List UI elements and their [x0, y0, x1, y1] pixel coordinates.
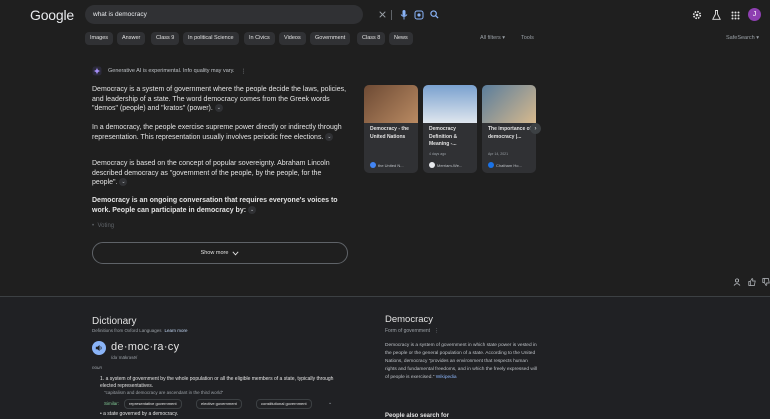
- chip-images[interactable]: Images: [85, 32, 114, 45]
- chip-videos[interactable]: Videos: [279, 32, 306, 45]
- chevron-down-icon[interactable]: ⌄: [328, 400, 332, 406]
- show-more-label: Show more: [200, 250, 229, 256]
- settings-gear-icon[interactable]: [691, 9, 703, 21]
- source-card-image: [423, 85, 477, 123]
- favicon-icon: [370, 162, 376, 168]
- chip-class-9[interactable]: Class 9: [151, 32, 180, 45]
- chip-answer[interactable]: Answer: [117, 32, 146, 45]
- chip-news[interactable]: News: [389, 32, 413, 45]
- lower-results: Dictionary Definitions from Oxford Langu…: [0, 297, 770, 419]
- gemini-sparkle-icon: [92, 66, 102, 76]
- apps-grid-icon[interactable]: [729, 9, 741, 21]
- ai-paragraph-1: Democracy is a system of government wher…: [92, 85, 348, 114]
- dictionary-example: "capitalism and democracy are ascendant …: [104, 390, 224, 395]
- source-card-date: Apr 14, 2021: [488, 152, 509, 156]
- source-card-site-name: Chatham Ho...: [496, 162, 522, 168]
- safesearch-label: SafeSearch: [726, 35, 755, 41]
- search-divider: [391, 10, 392, 20]
- favicon-icon: [429, 162, 435, 168]
- ai-paragraph-3-text: Democracy is based on the concept of pop…: [92, 160, 330, 186]
- dictionary-definition-2: • a state governed by a democracy.: [100, 411, 179, 417]
- ai-overview-header: Generative AI is experimental. Info qual…: [92, 65, 246, 77]
- google-logo[interactable]: Google: [30, 7, 74, 23]
- header: Google J Images Answer Class 9 In politi…: [0, 0, 770, 55]
- search-box[interactable]: [85, 5, 439, 24]
- tools-button[interactable]: Tools: [521, 35, 534, 41]
- dictionary-definition-1: 1. a system of government by the whole p…: [100, 376, 334, 389]
- knowledge-panel-subtitle: Form of government ⋮: [385, 328, 439, 334]
- source-card-title: Democracy - the United Nations: [370, 126, 409, 140]
- account-avatar[interactable]: J: [748, 8, 761, 21]
- more-options-icon[interactable]: ⋮: [434, 328, 439, 334]
- dictionary-word: de·moc·ra·cy: [111, 341, 180, 353]
- ai-paragraph-4-text: Democracy is an ongoing conversation tha…: [92, 197, 338, 214]
- learn-more-link[interactable]: Learn more: [165, 328, 188, 333]
- knowledge-panel-description: Democracy is a system of government in w…: [385, 342, 540, 382]
- source-card[interactable]: The importance of democracy |... Apr 14,…: [482, 85, 536, 173]
- source-card-title: Democracy Definition & Meaning -...: [429, 126, 458, 147]
- source-card-date: 4 days ago: [429, 152, 447, 156]
- speaker-icon[interactable]: [92, 341, 106, 355]
- source-card-image: [364, 85, 418, 123]
- clear-icon[interactable]: [377, 9, 388, 20]
- source-card[interactable]: Democracy Definition & Meaning -... 4 da…: [423, 85, 477, 173]
- thumbs-up-icon[interactable]: [747, 277, 756, 286]
- ai-paragraph-2: In a democracy, the people exercise supr…: [92, 123, 348, 142]
- share-icon[interactable]: [732, 277, 741, 286]
- chip-civics[interactable]: In Civics: [244, 32, 275, 45]
- cards-next-arrow-icon[interactable]: ›: [530, 123, 541, 134]
- favicon-icon: [488, 162, 494, 168]
- safesearch-button[interactable]: SafeSearch ▾: [726, 35, 759, 41]
- ai-paragraph-3: Democracy is based on the concept of pop…: [92, 159, 348, 188]
- thumbs-down-icon[interactable]: [761, 277, 770, 286]
- dictionary-part-of-speech: noun: [92, 365, 103, 370]
- expand-chevron-icon[interactable]: ⌄: [119, 178, 128, 187]
- similar-chip[interactable]: representative government: [124, 399, 182, 409]
- dictionary-phonetic: /dəˈmäkrəsē/: [111, 355, 138, 360]
- more-options-icon[interactable]: ⋮: [240, 68, 246, 75]
- expand-chevron-icon[interactable]: ⌄: [248, 205, 257, 214]
- search-icon[interactable]: [429, 9, 440, 20]
- source-card-site-name: Merriam-We...: [437, 162, 463, 168]
- lens-icon[interactable]: [413, 9, 424, 20]
- dictionary-definition-1-text: a system of government by the whole popu…: [100, 376, 334, 389]
- chevron-down-icon: [232, 250, 239, 255]
- source-card-image: [482, 85, 536, 123]
- source-card-site: Merriam-We...: [429, 162, 462, 168]
- similar-label: Similar:: [104, 401, 120, 406]
- knowledge-panel-body-text: Democracy is a system of government in w…: [385, 343, 537, 380]
- ai-faded-item-text: Voting: [97, 223, 115, 229]
- dictionary-source-text: Definitions from Oxford Languages: [92, 328, 162, 333]
- knowledge-panel-title: Democracy: [385, 314, 434, 325]
- people-also-search-heading: People also search for: [385, 413, 450, 419]
- ai-experimental-label: Generative AI is experimental. Info qual…: [108, 68, 235, 74]
- dictionary-source: Definitions from Oxford Languages Learn m…: [92, 328, 188, 333]
- wikipedia-link[interactable]: Wikipedia: [436, 375, 457, 380]
- similar-chip[interactable]: elective government: [196, 399, 242, 409]
- similar-chip[interactable]: constitutional government: [256, 399, 312, 409]
- search-input[interactable]: [93, 7, 283, 21]
- ai-paragraph-2-text: In a democracy, the people exercise supr…: [92, 124, 342, 141]
- source-card-site-name: the United N...: [378, 162, 404, 168]
- knowledge-panel-subtitle-text: Form of government: [385, 328, 431, 334]
- labs-flask-icon[interactable]: [710, 9, 722, 21]
- chip-class-8[interactable]: Class 8: [357, 32, 386, 45]
- source-card-title: The importance of democracy |...: [488, 126, 532, 140]
- all-filters-label: All filters: [480, 35, 501, 41]
- dictionary-heading: Dictionary: [92, 316, 137, 327]
- source-card-site: Chatham Ho...: [488, 162, 522, 168]
- chip-political-science[interactable]: In political Science: [183, 32, 239, 45]
- show-more-button[interactable]: Show more: [92, 242, 348, 264]
- mic-icon[interactable]: [398, 9, 409, 20]
- ai-paragraph-4: Democracy is an ongoing conversation tha…: [92, 196, 348, 215]
- source-card-site: the United N...: [370, 162, 404, 168]
- expand-chevron-icon[interactable]: ⌄: [325, 132, 334, 141]
- ai-faded-list-item: • Voting: [92, 223, 115, 229]
- expand-chevron-icon[interactable]: ⌄: [214, 104, 223, 113]
- chip-government[interactable]: Government: [310, 32, 351, 45]
- all-filters-button[interactable]: All filters ▾: [480, 35, 505, 41]
- dictionary-definition-2-text: a state governed by a democracy.: [103, 411, 179, 417]
- source-card[interactable]: Democracy - the United Nations the Unite…: [364, 85, 418, 173]
